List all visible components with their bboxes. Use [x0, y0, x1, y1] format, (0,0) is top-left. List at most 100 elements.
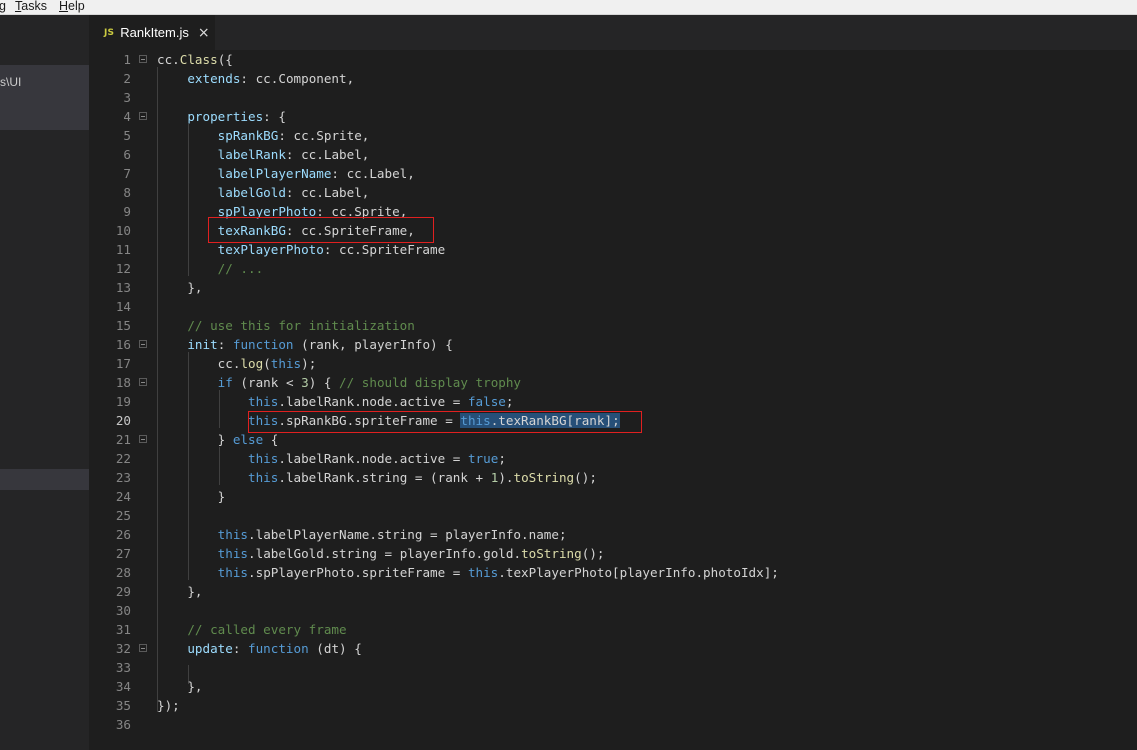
- line-number: 13: [115, 280, 131, 295]
- code-line[interactable]: 6 labelRank: cc.Label,: [89, 145, 1137, 164]
- line-number: 19: [115, 394, 131, 409]
- line-number: 25: [115, 508, 131, 523]
- code-line[interactable]: 27 this.labelGold.string = playerInfo.go…: [89, 544, 1137, 563]
- line-number: 32: [115, 641, 131, 656]
- editor-tab-strip: JS RankItem.js ×: [89, 15, 1137, 50]
- code-line[interactable]: 23 this.labelRank.string = (rank + 1).to…: [89, 468, 1137, 487]
- line-number: 22: [115, 451, 131, 466]
- line-number: 21: [115, 432, 131, 447]
- code-line[interactable]: 16 init: function (rank, playerInfo) {: [89, 335, 1137, 354]
- code-line[interactable]: 2 extends: cc.Component,: [89, 69, 1137, 88]
- code-line[interactable]: 3: [89, 88, 1137, 107]
- line-number: 34: [115, 679, 131, 694]
- line-number: 28: [115, 565, 131, 580]
- code-line[interactable]: 7 labelPlayerName: cc.Label,: [89, 164, 1137, 183]
- tab-title: RankItem.js: [120, 25, 189, 40]
- code-text: labelPlayerName: cc.Label,: [217, 166, 415, 181]
- menu-item-partial[interactable]: g: [0, 0, 6, 14]
- line-number: 31: [115, 622, 131, 637]
- code-text: },: [157, 679, 203, 694]
- highlight-box-spriteframe-assign: [248, 411, 642, 433]
- close-icon[interactable]: ×: [198, 26, 210, 40]
- line-number: 12: [115, 261, 131, 276]
- code-line[interactable]: 8 labelGold: cc.Label,: [89, 183, 1137, 202]
- fold-toggle-icon[interactable]: [139, 340, 147, 348]
- code-line[interactable]: 35});: [89, 696, 1137, 715]
- line-number: 6: [123, 147, 131, 162]
- code-line[interactable]: 18 if (rank < 3) { // should display tro…: [89, 373, 1137, 392]
- code-text: labelGold: cc.Label,: [217, 185, 370, 200]
- code-line[interactable]: 36: [89, 715, 1137, 734]
- code-text: init: function (rank, playerInfo) {: [187, 337, 453, 352]
- code-line[interactable]: 32 update: function (dt) {: [89, 639, 1137, 658]
- line-number: 4: [123, 109, 131, 124]
- line-number: 30: [115, 603, 131, 618]
- line-number: 9: [123, 204, 131, 219]
- code-line[interactable]: 15 // use this for initialization: [89, 316, 1137, 335]
- line-number: 16: [115, 337, 131, 352]
- fold-toggle-icon[interactable]: [139, 435, 147, 443]
- code-line[interactable]: 14: [89, 297, 1137, 316]
- code-text: // ...: [217, 261, 264, 276]
- line-number: 2: [123, 71, 131, 86]
- code-line[interactable]: 4 properties: {: [89, 107, 1137, 126]
- menu-item-tasks[interactable]: Tasks: [15, 0, 47, 14]
- code-line[interactable]: 30: [89, 601, 1137, 620]
- code-text: this.labelRank.node.active = true;: [248, 451, 506, 466]
- line-number: 18: [115, 375, 131, 390]
- code-text: this.labelRank.string = (rank + 1).toStr…: [248, 470, 597, 485]
- code-line[interactable]: 26 this.labelPlayerName.string = playerI…: [89, 525, 1137, 544]
- line-number: 27: [115, 546, 131, 561]
- code-line[interactable]: 5 spRankBG: cc.Sprite,: [89, 126, 1137, 145]
- code-line[interactable]: 17 cc.log(this);: [89, 354, 1137, 373]
- line-number: 14: [115, 299, 131, 314]
- line-number: 29: [115, 584, 131, 599]
- code-text: });: [157, 698, 180, 713]
- line-number: 10: [115, 223, 131, 238]
- line-number: 24: [115, 489, 131, 504]
- code-text: this.spPlayerPhoto.spriteFrame = this.te…: [217, 565, 779, 580]
- menu-item-help[interactable]: Help: [59, 0, 85, 14]
- code-line[interactable]: 13 },: [89, 278, 1137, 297]
- code-text: this.labelPlayerName.string = playerInfo…: [217, 527, 567, 542]
- line-number: 33: [115, 660, 131, 675]
- code-text: }: [157, 489, 226, 504]
- highlight-box-texrankbg: [208, 217, 434, 243]
- code-line[interactable]: 34 },: [89, 677, 1137, 696]
- code-line[interactable]: 19 this.labelRank.node.active = false;: [89, 392, 1137, 411]
- code-text: this.labelGold.string = playerInfo.gold.…: [217, 546, 605, 561]
- code-line[interactable]: 31 // called every frame: [89, 620, 1137, 639]
- menu-bar: g Tasks Help: [0, 0, 1137, 15]
- code-line[interactable]: 25: [89, 506, 1137, 525]
- code-text: if (rank < 3) { // should display trophy: [217, 375, 522, 390]
- code-text: },: [157, 280, 203, 295]
- fold-toggle-icon[interactable]: [139, 112, 147, 120]
- line-number: 23: [115, 470, 131, 485]
- code-line[interactable]: 1 cc.Class({: [89, 50, 1137, 69]
- code-line[interactable]: 28 this.spPlayerPhoto.spriteFrame = this…: [89, 563, 1137, 582]
- line-number: 7: [123, 166, 131, 181]
- tab-rankitem-js[interactable]: JS RankItem.js ×: [89, 15, 215, 50]
- code-text: update: function (dt) {: [187, 641, 362, 656]
- code-text: extends: cc.Component,: [187, 71, 355, 86]
- code-text: this.labelRank.node.active = false;: [248, 394, 514, 409]
- line-number: 15: [115, 318, 131, 333]
- line-number: 17: [115, 356, 131, 371]
- line-number: 26: [115, 527, 131, 542]
- code-text: labelRank: cc.Label,: [217, 147, 370, 162]
- sidebar-selected-item[interactable]: [0, 469, 89, 490]
- code-line[interactable]: 33: [89, 658, 1137, 677]
- line-number: 20: [115, 413, 131, 428]
- js-file-icon: JS: [104, 27, 115, 38]
- code-line[interactable]: 24 }: [89, 487, 1137, 506]
- fold-toggle-icon[interactable]: [139, 378, 147, 386]
- explorer-sidebar: s\UI: [0, 15, 89, 750]
- code-line[interactable]: 29 },: [89, 582, 1137, 601]
- code-line[interactable]: 12 // ...: [89, 259, 1137, 278]
- fold-toggle-icon[interactable]: [139, 644, 147, 652]
- code-text: spRankBG: cc.Sprite,: [217, 128, 370, 143]
- code-line[interactable]: 22 this.labelRank.node.active = true;: [89, 449, 1137, 468]
- fold-toggle-icon[interactable]: [139, 55, 147, 63]
- line-number: 11: [115, 242, 131, 257]
- code-editor[interactable]: 1 cc.Class({2 extends: cc.Component, 3 4 pr…: [89, 50, 1137, 750]
